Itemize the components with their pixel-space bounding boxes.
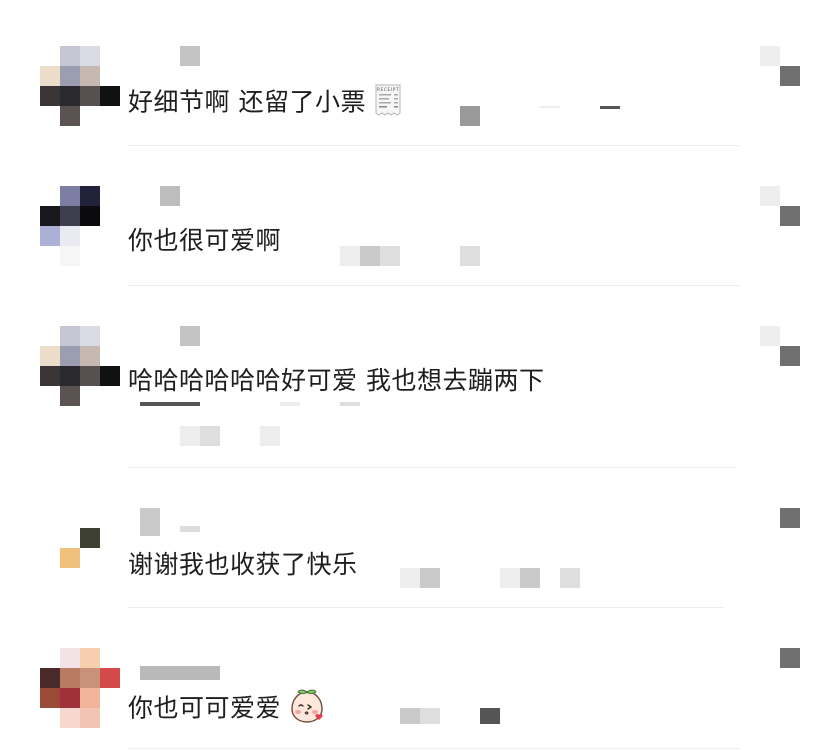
meta-blurred <box>420 708 440 724</box>
meta-blurred <box>400 708 420 724</box>
comment-text: 你也很可爱啊 <box>128 226 281 256</box>
like-icon[interactable] <box>780 648 800 668</box>
comment-content: 你也很可爱啊 <box>128 226 282 255</box>
peach-kiss-emoji <box>289 688 325 731</box>
reply-blurred[interactable] <box>480 708 500 724</box>
comment-text: 好细节啊 还留了小票 RECEIPT <box>128 84 402 123</box>
meta-blurred <box>460 106 480 126</box>
comment-text: 谢谢我也收获了快乐 <box>128 550 358 580</box>
avatar[interactable] <box>40 186 120 266</box>
user-name-blurred[interactable] <box>160 186 180 206</box>
meta-blurred <box>540 106 560 108</box>
meta-blurred <box>420 568 440 588</box>
sub-meta-blurred <box>280 402 300 406</box>
meta-blurred <box>400 568 420 588</box>
divider <box>128 748 740 749</box>
like-icon[interactable] <box>780 206 800 226</box>
avatar[interactable] <box>40 46 120 126</box>
meta-blurred <box>340 246 360 266</box>
reply-blurred[interactable] <box>560 568 580 588</box>
comment-item[interactable]: 你也可可爱爱 <box>0 608 828 751</box>
like-count-blurred <box>760 186 780 206</box>
comment-item[interactable]: 好细节啊 还留了小票 RECEIPT <box>0 0 828 146</box>
comment-item[interactable]: 谢谢我也收获了快乐 <box>0 468 828 608</box>
user-name-blurred[interactable] <box>180 46 200 66</box>
reply-blurred[interactable] <box>600 106 620 109</box>
comment-item[interactable]: 你也很可爱啊 <box>0 146 828 286</box>
user-name-blurred[interactable] <box>140 508 200 536</box>
avatar[interactable] <box>40 326 120 406</box>
like-icon[interactable] <box>780 346 800 366</box>
comment-content: 哈哈哈哈哈哈好可爱 我也想去蹦两下 <box>128 366 545 395</box>
meta-blurred <box>200 426 220 446</box>
comment-content: 好细节啊 还留了小票 <box>128 87 366 117</box>
receipt-label: RECEIPT <box>377 87 399 93</box>
like-icon[interactable] <box>780 66 800 86</box>
comment-content: 你也可可爱爱 <box>128 693 282 723</box>
meta-blurred <box>180 426 200 446</box>
sub-meta-blurred <box>140 402 200 406</box>
user-name-blurred[interactable] <box>140 666 220 680</box>
meta-blurred <box>360 246 380 266</box>
sub-meta-blurred <box>340 402 360 406</box>
reply-blurred[interactable] <box>260 426 280 446</box>
avatar[interactable] <box>40 508 120 588</box>
meta-blurred <box>500 568 520 588</box>
reply-blurred[interactable] <box>460 246 480 266</box>
like-icon[interactable] <box>780 508 800 528</box>
comment-item[interactable]: 哈哈哈哈哈哈好可爱 我也想去蹦两下 <box>0 286 828 468</box>
user-name-blurred[interactable] <box>180 326 200 346</box>
like-count-blurred <box>760 46 780 66</box>
comment-text: 哈哈哈哈哈哈好可爱 我也想去蹦两下 <box>128 366 544 396</box>
avatar[interactable] <box>40 648 120 728</box>
meta-blurred <box>380 246 400 266</box>
receipt-emoji: RECEIPT <box>374 84 402 123</box>
like-count-blurred <box>760 326 780 346</box>
meta-blurred <box>520 568 540 588</box>
comment-content: 谢谢我也收获了快乐 <box>128 550 358 579</box>
comment-text: 你也可可爱爱 <box>128 688 325 731</box>
